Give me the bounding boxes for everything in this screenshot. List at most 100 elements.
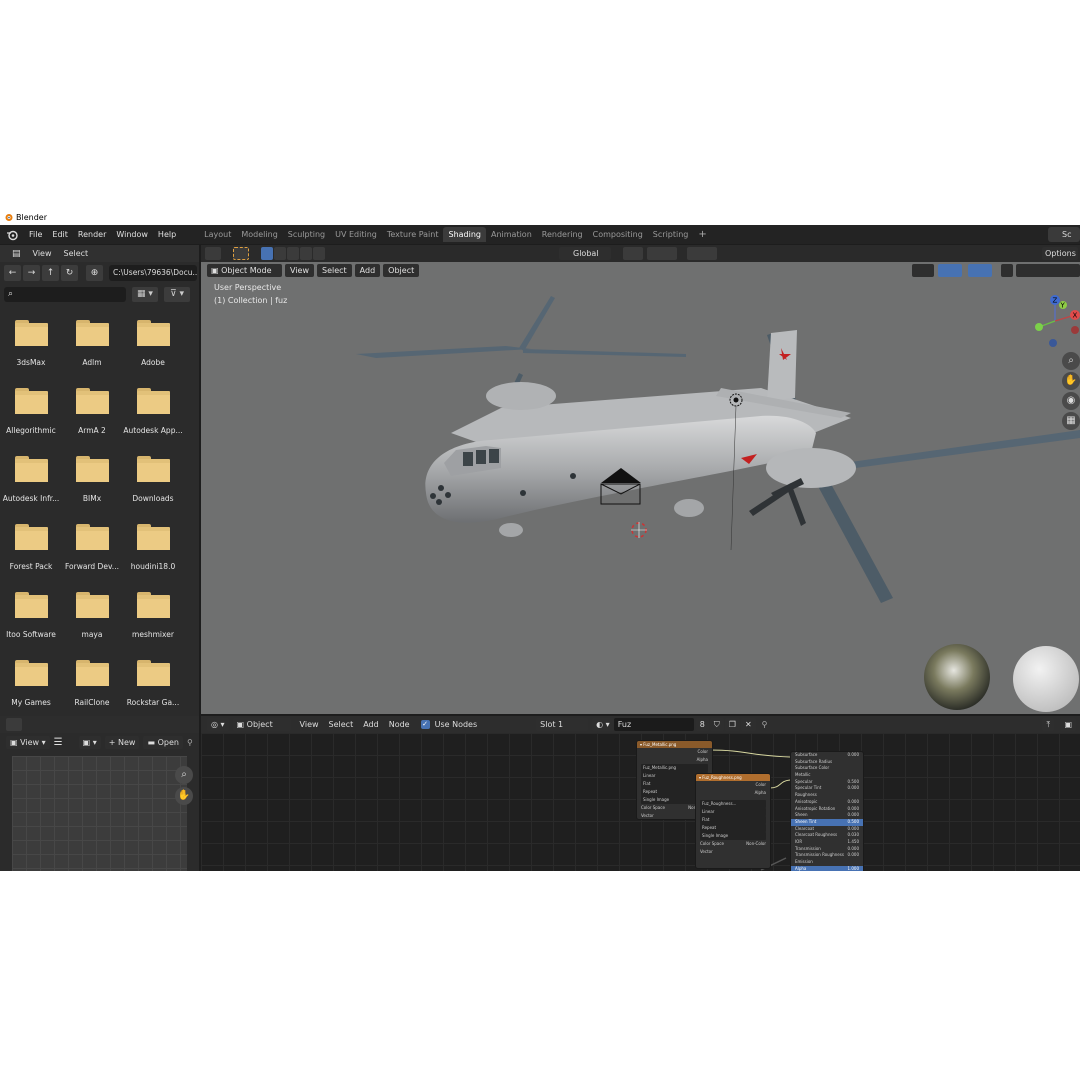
bsdf-input-row[interactable]: Anisotropic Rotation 0.000 [791,806,863,813]
color-space-field[interactable]: Color SpaceNon-Color [696,840,770,848]
bsdf-input-row[interactable]: Anisotropic 0.000 [791,799,863,806]
open-image-button[interactable]: ▬ Open [143,735,183,749]
folder-item[interactable]: Allegorithmic [1,384,61,452]
select-box-mode-icon[interactable] [261,247,273,260]
filter-icon[interactable]: ⊽ ▾ [164,286,190,302]
tab-layout[interactable]: Layout [199,227,236,242]
ne-view-menu[interactable]: View [295,720,324,729]
vp-object-menu[interactable]: Object [383,263,420,277]
shading-modes-icon[interactable] [1016,263,1080,277]
snap-icon[interactable] [647,247,677,260]
options-dropdown[interactable]: Options [1042,247,1078,260]
tab-shading[interactable]: Shading [443,227,486,242]
folder-item[interactable]: Autodesk Infr... [1,452,61,520]
gizmo-toggle-icon[interactable] [938,263,962,277]
vp-add-menu[interactable]: Add [354,263,381,277]
tab-animation[interactable]: Animation [486,227,537,242]
pin-icon[interactable]: ⚲ [187,738,193,747]
editor-type-icon[interactable] [205,247,221,260]
folder-item[interactable]: Rockstar Ga... [123,656,183,724]
unlink-material-icon[interactable]: ✕ [740,718,756,731]
vp-view-menu[interactable]: View [285,263,314,277]
ie-pan-hand-icon[interactable]: ✋ [175,787,193,805]
folder-item[interactable]: meshmixer [123,588,183,656]
material-users-count[interactable]: 8 [695,718,709,731]
scene-selector[interactable]: Sc [1048,227,1080,242]
material-slot-dropdown[interactable]: Slot 1 [536,718,589,731]
tab-modeling[interactable]: Modeling [236,227,282,242]
folder-item[interactable]: maya [62,588,122,656]
folder-item[interactable]: Adlm [62,316,122,384]
navigation-gizmo[interactable]: Z X Y [1029,293,1080,351]
material-browse-icon[interactable]: ◐ ▾ [592,718,614,731]
ne-node-menu[interactable]: Node [384,720,415,729]
select-intersect-icon[interactable] [313,247,325,260]
parent-dir-icon[interactable]: ↑ [42,265,59,281]
new-image-button[interactable]: + New [104,735,140,749]
xray-toggle-icon[interactable] [1001,263,1013,277]
select-extend-icon[interactable] [274,247,286,260]
bsdf-input-row[interactable]: Metallic [791,772,863,779]
bsdf-input-row[interactable]: Alpha 1.000 [791,865,863,871]
bsdf-input-row[interactable]: Sheen 0.000 [791,812,863,819]
tab-compositing[interactable]: Compositing [588,227,648,242]
projection-field[interactable]: Flat [696,816,770,824]
folder-item[interactable]: houdini18.0 [123,520,183,588]
select-invert-icon[interactable] [300,247,312,260]
bsdf-input-row[interactable]: Transmission Roughness 0.000 [791,852,863,859]
blender-menu-icon[interactable] [6,229,18,241]
bsdf-input-row[interactable]: Subsurface Radius [791,759,863,766]
image-file-field[interactable]: Fuz_Roughness... [696,800,770,808]
select-subtract-icon[interactable] [287,247,299,260]
bsdf-input-row[interactable]: Roughness [791,792,863,799]
directory-path-field[interactable]: C:\Users\79636\Docu... [109,265,197,281]
bsdf-input-row[interactable]: Subsurface Color [791,765,863,772]
image-browse-icon[interactable]: ▣ ▾ [78,735,101,749]
ie-view-menu[interactable]: ▣ View ▾ [6,735,50,749]
folder-item[interactable]: BIMx [62,452,122,520]
interpolation-field[interactable]: Linear [696,808,770,816]
transform-orientation-dropdown[interactable]: Global [559,247,611,260]
extension-field[interactable]: Repeat [696,824,770,832]
object-type-dropdown[interactable]: ▣ Object [232,718,291,731]
tab-uv-editing[interactable]: UV Editing [330,227,382,242]
bsdf-input-row[interactable]: Subsurface 0.000 [791,752,863,759]
menu-file[interactable]: File [24,230,47,239]
bsdf-input-row[interactable]: Transmission 0.000 [791,846,863,853]
bsdf-input-row[interactable]: Sheen Tint 0.500 [791,818,863,826]
new-directory-icon[interactable]: ⊕ [86,265,103,281]
visibility-icon[interactable] [912,263,934,277]
object-mode-dropdown[interactable]: ▣ Object Mode [207,263,282,277]
aircraft-scene[interactable] [201,278,1080,714]
tab-texture-paint[interactable]: Texture Paint [382,227,444,242]
refresh-icon[interactable]: ↻ [61,265,78,281]
menu-edit[interactable]: Edit [47,230,73,239]
use-nodes-checkbox[interactable]: ✓ [420,720,430,729]
folder-item[interactable]: Itoo Software [1,588,61,656]
image-editor-canvas[interactable] [12,756,187,871]
image-file-field[interactable]: Fuz_Metallic.png [637,764,712,772]
ne-add-menu[interactable]: Add [358,720,384,729]
ortho-grid-icon[interactable]: ▦ [1062,412,1080,430]
3d-viewport[interactable]: Global Options ▣ Object Mode View Select… [201,245,1080,714]
tab-sculpting[interactable]: Sculpting [283,227,330,242]
folder-item[interactable]: RailClone [62,656,122,724]
principled-bsdf-node[interactable]: Subsurface 0.000 Subsurface Radius Subsurfa… [790,751,864,871]
forward-arrow-icon[interactable]: → [23,265,40,281]
bsdf-input-row[interactable]: Emission [791,859,863,866]
fb-view-menu[interactable]: View [27,249,58,258]
back-arrow-icon[interactable]: ← [4,265,21,281]
pan-hand-icon[interactable]: ✋ [1062,372,1080,390]
ie-zoom-icon[interactable]: ⌕ [175,766,193,784]
folder-item[interactable]: Downloads [123,452,183,520]
add-workspace-button[interactable]: + [693,229,711,240]
bsdf-input-row[interactable]: Clearcoat Roughness 0.030 [791,832,863,839]
folder-item[interactable]: My Games [1,656,61,724]
zoom-icon[interactable]: ⌕ [1062,352,1080,370]
ne-select-menu[interactable]: Select [324,720,359,729]
camera-view-icon[interactable]: ◉ [1062,392,1080,410]
image-texture-node-roughness[interactable]: ▾ Fuz_Roughness.png Color Alpha Fuz_Roug… [695,773,771,869]
overlay-toggle-icon[interactable] [968,263,992,277]
pin-icon[interactable]: ⚲ [762,720,768,729]
folder-item[interactable]: Autodesk App... [123,384,183,452]
